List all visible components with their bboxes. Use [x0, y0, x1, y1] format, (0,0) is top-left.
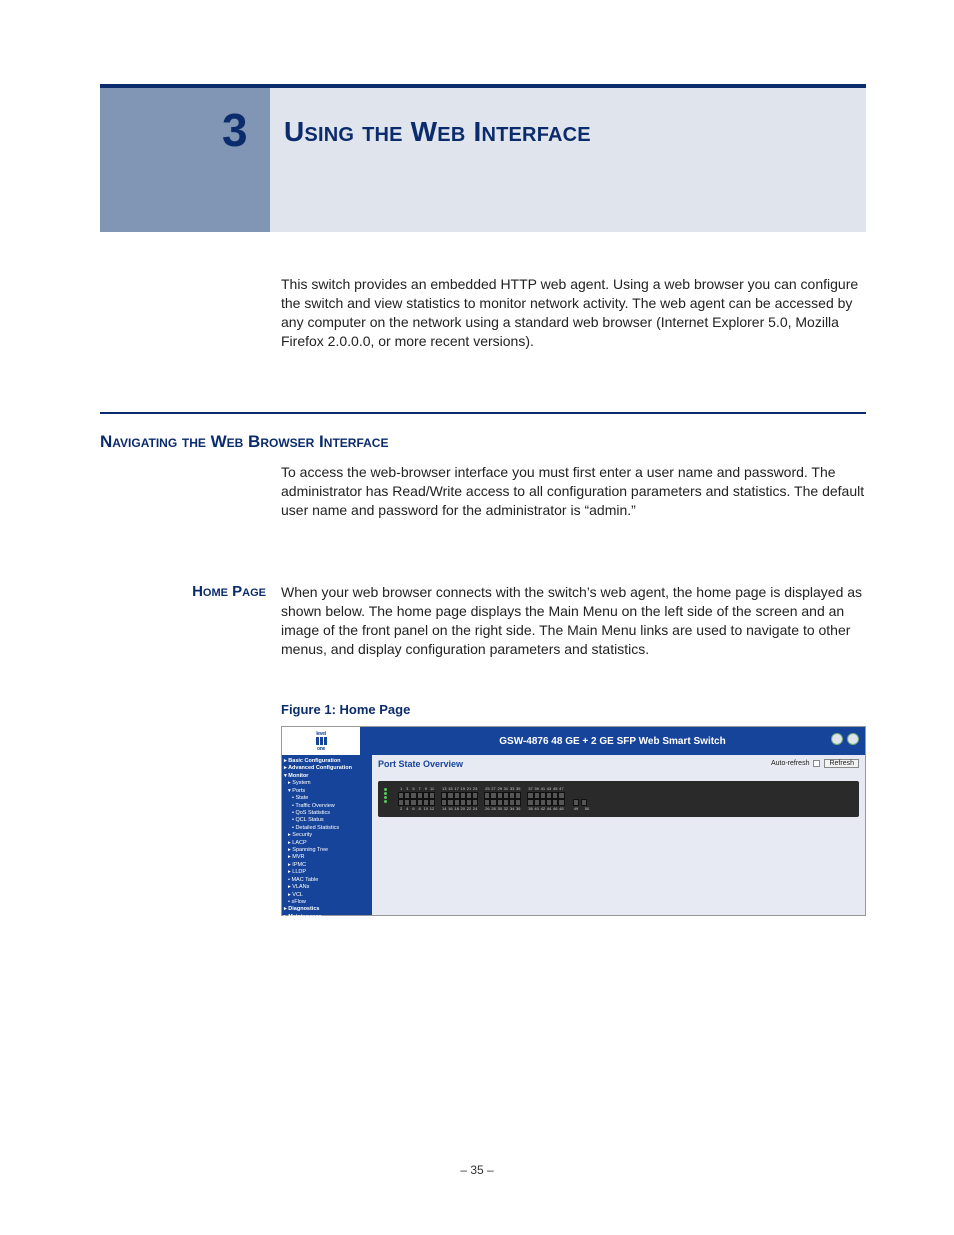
port[interactable]: [429, 799, 435, 806]
main-menu-nav: ▸ Basic Configuration▸ Advanced Configur…: [282, 755, 372, 915]
nav-item[interactable]: ▸ Security: [284, 832, 370, 839]
sfp-port[interactable]: [573, 799, 579, 806]
figure-home-page: level one GSW-4876 48 GE + 2 GE SFP Web …: [281, 726, 866, 916]
nav-item[interactable]: ▸ Advanced Configuration: [284, 765, 370, 772]
nav-item[interactable]: ▸ Basic Configuration: [284, 758, 370, 765]
help-icon[interactable]: [847, 733, 859, 745]
logo-text-bottom: one: [317, 746, 325, 752]
nav-item[interactable]: ▸ VCL: [284, 892, 370, 899]
port[interactable]: [429, 792, 435, 799]
switch-model-title: GSW-4876 48 GE + 2 GE SFP Web Smart Swit…: [360, 736, 865, 747]
page-number: – 35 –: [0, 1163, 954, 1177]
chapter-title-block: Using the Web Interface: [270, 88, 866, 232]
port-group: 252729313335262830323436: [484, 786, 521, 812]
nav-item[interactable]: ▸ MVR: [284, 854, 370, 861]
port-group: 135791124681012: [398, 786, 435, 812]
nav-item[interactable]: ▸ LLDP: [284, 869, 370, 876]
content-panel: Port State Overview Auto-refresh Refresh…: [372, 755, 865, 915]
port-group: 131517192123141618202224: [441, 786, 478, 812]
homepage-body: When your web browser connects with the …: [281, 583, 866, 659]
nav-item[interactable]: • Traffic Overview: [284, 803, 370, 810]
chapter-title: Using the Web Interface: [284, 116, 866, 148]
logout-icon[interactable]: [831, 733, 843, 745]
nav-item[interactable]: • sFlow: [284, 899, 370, 906]
nav-item[interactable]: ▸ VLANs: [284, 884, 370, 891]
port-group: 373941434547384042444648: [527, 786, 564, 812]
nav-item[interactable]: ▸ IPMC: [284, 862, 370, 869]
section-rule: [100, 412, 866, 414]
port[interactable]: [515, 792, 521, 799]
port[interactable]: [472, 799, 478, 806]
nav-item[interactable]: • MAC Table: [284, 877, 370, 884]
nav-item[interactable]: • State: [284, 795, 370, 802]
chapter-number: 3: [222, 103, 248, 157]
homepage-side-heading: Home Page: [100, 583, 266, 600]
switch-header: level one GSW-4876 48 GE + 2 GE SFP Web …: [282, 727, 865, 755]
nav-item[interactable]: • QCL Status: [284, 817, 370, 824]
nav-item[interactable]: • QoS Statistics: [284, 810, 370, 817]
brand-logo: level one: [282, 727, 360, 755]
port[interactable]: [472, 792, 478, 799]
nav-item[interactable]: ▸ LACP: [284, 840, 370, 847]
nav-item[interactable]: ▸ System: [284, 780, 370, 787]
auto-refresh-label: Auto-refresh: [771, 760, 810, 767]
nav-item[interactable]: ▸ Spanning Tree: [284, 847, 370, 854]
port[interactable]: [515, 799, 521, 806]
figure-label: Figure 1: Home Page: [281, 702, 410, 717]
switch-front-panel: 1357911246810121315171921231416182022242…: [378, 781, 859, 817]
status-leds: [384, 788, 392, 810]
refresh-button[interactable]: Refresh: [824, 759, 859, 768]
auto-refresh-checkbox[interactable]: [813, 760, 820, 767]
intro-paragraph: This switch provides an embedded HTTP we…: [281, 275, 866, 351]
section-body: To access the web-browser interface you …: [281, 463, 866, 520]
sfp-port[interactable]: [581, 799, 587, 806]
nav-item[interactable]: ▸ Maintenance: [284, 914, 370, 921]
port[interactable]: [558, 792, 564, 799]
nav-item[interactable]: • Detailed Statistics: [284, 825, 370, 832]
nav-item[interactable]: ▾ Ports: [284, 788, 370, 795]
port[interactable]: [558, 799, 564, 806]
nav-item[interactable]: ▾ Monitor: [284, 773, 370, 780]
nav-item[interactable]: ▸ Diagnostics: [284, 906, 370, 913]
section-heading: Navigating the Web Browser Interface: [100, 432, 388, 452]
